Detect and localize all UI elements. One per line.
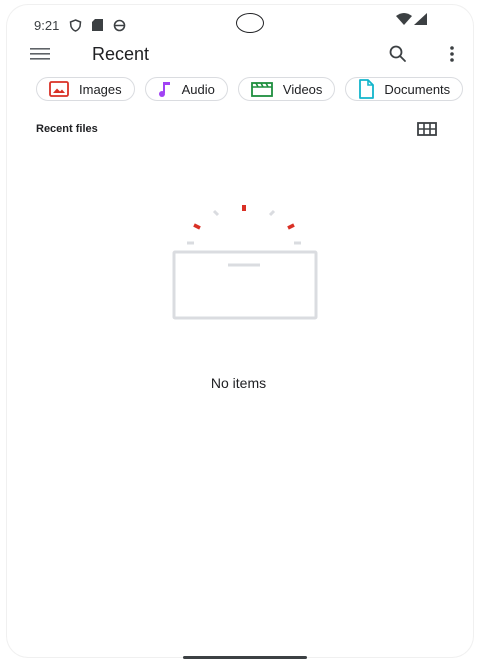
phone-screen: 9:21: [6, 4, 474, 658]
signal-icon: [414, 13, 427, 25]
shield-status-icon: [70, 18, 82, 32]
chip-label: Audio: [181, 81, 215, 97]
sd-card-status-icon: [92, 19, 104, 31]
video-icon: [250, 82, 273, 97]
chip-label: Documents: [384, 81, 451, 97]
top-app-bar: Recent: [0, 38, 477, 70]
empty-box-icon: [172, 205, 318, 320]
sync-status-icon: [114, 19, 126, 31]
grid-view-button[interactable]: [417, 121, 437, 137]
hamburger-menu-icon: [30, 48, 50, 60]
wifi-icon: [396, 13, 412, 25]
chip-label: Videos: [282, 81, 323, 97]
grid-view-icon: [417, 122, 437, 136]
music-note-icon: [158, 82, 170, 97]
more-vert-icon: [450, 46, 454, 62]
menu-button[interactable]: [28, 42, 52, 66]
status-time: 9:21: [34, 17, 60, 33]
document-icon: [359, 79, 375, 99]
chip-images[interactable]: Images: [36, 77, 135, 101]
home-indicator[interactable]: [183, 656, 307, 659]
chip-audio[interactable]: Audio: [144, 77, 228, 101]
page-title: Recent: [92, 44, 150, 64]
section-label: Recent files: [36, 123, 98, 135]
chip-videos[interactable]: Videos: [237, 77, 336, 101]
chip-documents[interactable]: Documents: [345, 77, 464, 101]
search-icon: [389, 45, 406, 62]
status-bar: 9:21: [34, 14, 126, 36]
status-right-icons: [396, 13, 427, 25]
filter-chips: Images Audio Videos Documents: [36, 77, 464, 101]
chip-label: Images: [79, 81, 122, 97]
empty-state-illustration: [166, 198, 326, 328]
more-options-button[interactable]: [440, 42, 464, 66]
front-camera: [236, 13, 264, 33]
image-icon: [49, 81, 69, 97]
search-button[interactable]: [386, 42, 410, 66]
empty-state-text: No items: [210, 375, 267, 391]
